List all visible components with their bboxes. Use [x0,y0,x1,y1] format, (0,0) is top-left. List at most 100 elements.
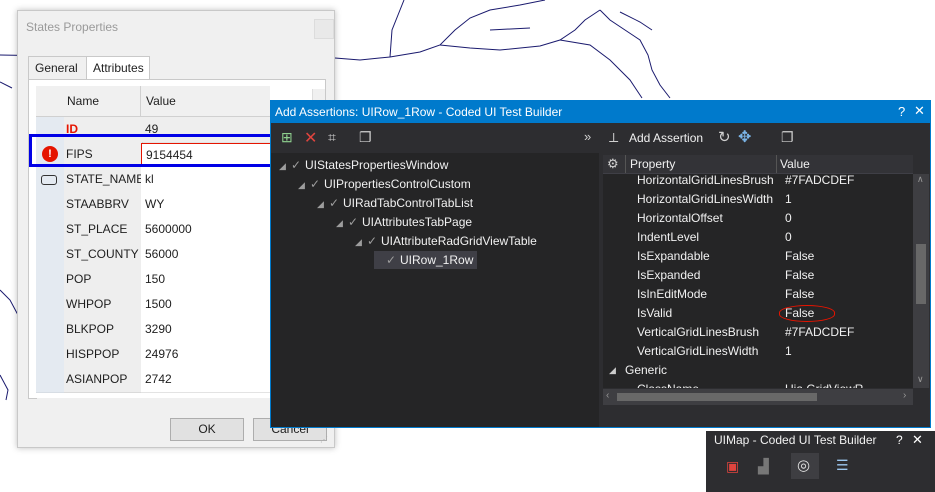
row-indicator[interactable] [36,292,65,318]
attribute-value[interactable]: kl [141,167,270,193]
record-icon[interactable]: ▣ [726,458,739,475]
table-row[interactable]: STATE_NAME kl [36,167,270,193]
property-value[interactable]: 1 [785,190,792,209]
attribute-value[interactable]: 150 [141,267,270,293]
hscroll-thumb[interactable] [617,393,817,401]
copy-icon[interactable]: ❐ [359,129,372,146]
row-indicator[interactable] [36,242,65,268]
property-row[interactable]: HorizontalGridLinesBrush #7FADCDEF [603,174,913,190]
scroll-up-icon[interactable]: ∧ [917,174,924,185]
tree-node[interactable]: ◢ ✓ UIPropertiesControlCustom [298,175,471,193]
tree-node[interactable]: ◢ ✓ UIAttributesTabPage [336,213,472,231]
property-value[interactable]: False [785,266,814,285]
generate-code-icon[interactable]: ☰ [836,457,849,474]
row-indicator[interactable] [36,317,65,343]
show-steps-icon[interactable]: ▟ [758,458,769,475]
highlight-frame [29,134,289,167]
table-row[interactable]: ST_COUNTY 56000 [36,242,270,268]
property-row[interactable]: HorizontalOffset 0 [603,209,913,228]
expand-icon[interactable]: ◢ [317,195,329,213]
row-indicator[interactable] [36,367,65,393]
add-control-icon[interactable]: ⊞ [281,129,293,146]
help-icon[interactable]: ? [898,104,905,119]
property-vertical-scrollbar[interactable]: ∧ ∨ [913,174,929,388]
expand-icon[interactable]: ◢ [336,214,348,232]
tab-attributes[interactable]: Attributes [86,56,150,80]
tree-node[interactable]: ◢ ✓ UIAttributeRadGridViewTable [355,232,537,250]
scroll-thumb[interactable] [916,244,926,304]
row-indicator[interactable] [36,192,65,218]
property-name: IndentLevel [637,230,700,244]
table-row[interactable]: POP 150 [36,267,270,293]
tree-node[interactable]: ◢ ✓ UIRadTabControlTabList [317,194,473,212]
attribute-value[interactable]: WY [141,192,270,218]
table-row[interactable]: BLKPOP 3290 [36,317,270,343]
property-row[interactable]: IsExpanded False [603,266,913,285]
help-icon[interactable]: ? [896,433,903,447]
resize-grip-icon[interactable]: ⋰ [320,436,330,446]
control-tree: ◢ ✓ UIStatesPropertiesWindow ◢ ✓ UIProperties… [271,153,599,427]
close-icon[interactable]: ✕ [914,103,925,119]
property-value[interactable]: #7FADCDEF [785,323,854,342]
property-value[interactable]: False [785,285,814,304]
expand-icon[interactable]: ◢ [279,157,291,175]
property-value[interactable]: #7FADCDEF [785,174,854,190]
table-row[interactable]: WHPOP 1500 [36,292,270,318]
attribute-value[interactable]: 56000 [141,242,270,268]
property-row[interactable]: HorizontalGridLinesWidth 1 [603,190,913,209]
tree-node-label: UIAttributesTabPage [362,215,473,229]
property-row[interactable]: VerticalGridLinesBrush #7FADCDEF [603,323,913,342]
property-name: HorizontalOffset [637,211,723,225]
attribute-value[interactable]: 2742 [141,367,270,393]
category-row[interactable]: ◢ Generic [603,361,913,380]
property-value[interactable]: False [785,247,814,266]
close-icon[interactable]: ✕ [912,432,923,448]
close-button[interactable] [314,19,334,39]
gear-icon[interactable]: ⚙ [607,156,619,172]
expand-icon[interactable]: ◢ [355,233,367,251]
crosshair-button[interactable]: ◎ [791,453,819,479]
property-value[interactable]: Uia.GridViewR... [785,380,873,388]
collapse-icon[interactable]: ◢ [609,361,616,380]
row-indicator[interactable] [36,167,65,193]
row-indicator[interactable] [36,267,65,293]
tab-general[interactable]: General [28,56,88,79]
property-horizontal-scrollbar[interactable]: ‹ › [603,389,913,405]
collapse-pane-icon[interactable]: » [584,129,591,144]
attribute-value[interactable]: 1500 [141,292,270,318]
table-row[interactable]: ASIANPOP 2742 [36,367,270,393]
ok-button[interactable]: OK [170,418,244,441]
add-assertion-icon[interactable]: ⟂ [609,129,618,146]
row-indicator[interactable] [36,342,65,368]
attribute-value[interactable]: 24976 [141,342,270,368]
expand-icon[interactable]: ◢ [298,176,310,194]
attribute-value[interactable]: 5600000 [141,217,270,243]
crop-icon[interactable]: ⌗ [328,129,336,146]
property-row[interactable]: IndentLevel 0 [603,228,913,247]
tree-node[interactable]: ✓ UIRow_1Row [374,251,478,269]
property-row[interactable]: IsExpandable False [603,247,913,266]
tree-node-label: UIRow_1Row [400,253,474,267]
delete-icon[interactable]: ✕ [304,128,317,148]
attribute-value[interactable]: 3290 [141,317,270,343]
crosshair-icon[interactable]: ✥ [738,127,751,147]
scroll-down-icon[interactable]: ∨ [917,374,924,385]
property-row[interactable]: IsValid False [603,304,913,323]
table-row[interactable]: STAABBRV WY [36,192,270,218]
property-row[interactable]: ClassName Uia.GridViewR... [603,380,913,388]
scroll-left-icon[interactable]: ‹ [606,390,609,401]
copy-icon[interactable]: ❐ [781,129,794,146]
table-row[interactable]: ST_PLACE 5600000 [36,217,270,243]
add-assertion-button[interactable]: Add Assertion [629,131,703,145]
check-icon: ✓ [329,196,340,210]
tree-node[interactable]: ◢ ✓ UIStatesPropertiesWindow [279,156,448,174]
scroll-right-icon[interactable]: › [903,390,906,401]
refresh-icon[interactable]: ↻ [718,128,731,146]
property-value[interactable]: 0 [785,228,792,247]
property-row[interactable]: IsInEditMode False [603,285,913,304]
row-indicator[interactable] [36,217,65,243]
property-value[interactable]: 0 [785,209,792,228]
table-row[interactable]: HISPPOP 24976 [36,342,270,368]
property-value[interactable]: 1 [785,342,792,361]
property-row[interactable]: VerticalGridLinesWidth 1 [603,342,913,361]
